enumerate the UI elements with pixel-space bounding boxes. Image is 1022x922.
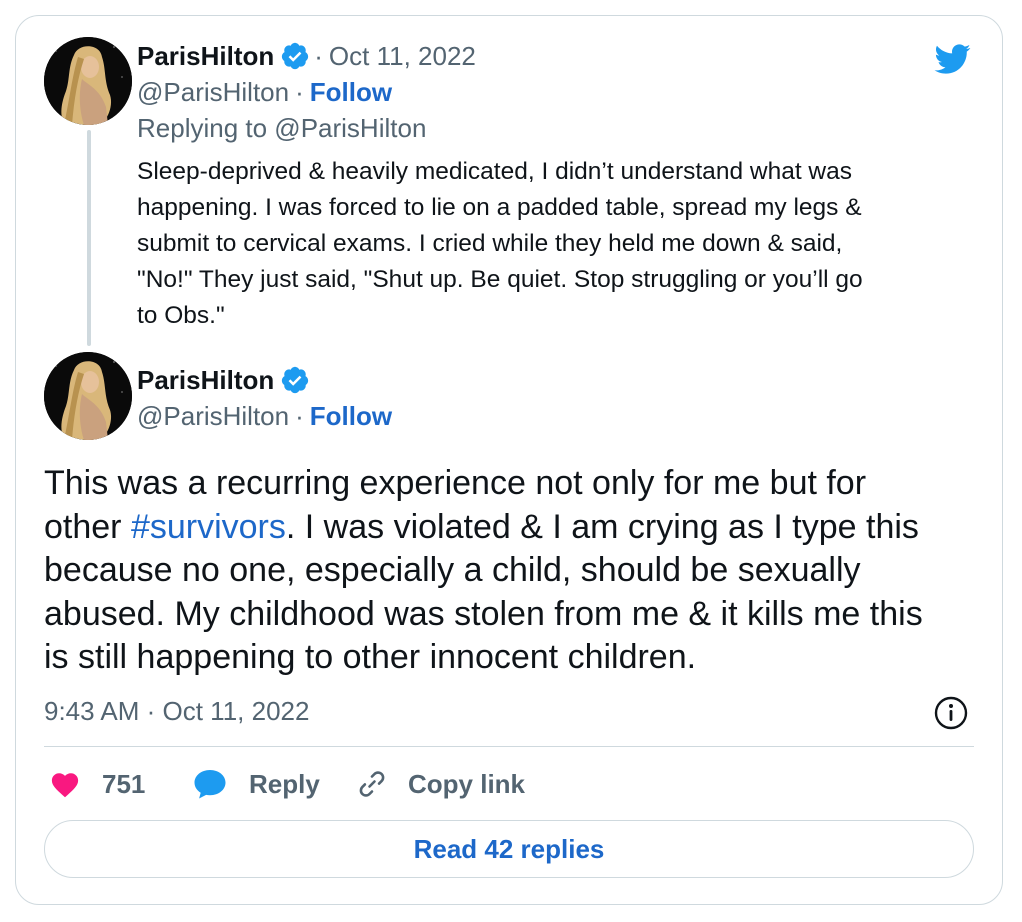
reply-follow-button[interactable]: Follow <box>310 76 392 108</box>
replying-to-label[interactable]: Replying to @ParisHilton <box>137 112 426 144</box>
copy-link-label: Copy link <box>408 768 526 799</box>
main-text-line: other #survivors. I was violated & I am … <box>44 506 984 550</box>
main-handle-row: @ParisHilton · Follow <box>137 400 392 432</box>
tweet-timestamp[interactable]: 9:43 AM · Oct 11, 2022 <box>44 694 309 728</box>
main-author-name[interactable]: ParisHilton <box>137 364 274 396</box>
reply-label: Reply <box>249 768 320 799</box>
main-text-segment: other <box>44 507 131 546</box>
separator-dot: · <box>295 77 304 107</box>
twitter-bird-icon[interactable] <box>930 40 974 78</box>
reply-text-line: Sleep-deprived & heavily medicated, I di… <box>137 158 852 185</box>
reply-text-line: submit to cervical exams. I cried while … <box>137 230 843 257</box>
main-text-line: This was a recurring experience not only… <box>44 464 867 502</box>
main-author-avatar[interactable] <box>44 352 132 440</box>
like-button[interactable]: 751 <box>50 764 145 804</box>
reply-author-handle[interactable]: @ParisHilton <box>137 76 289 108</box>
main-author-row: ParisHilton <box>137 364 314 396</box>
main-text-segment: . I was violated & I am crying as I type… <box>285 507 919 546</box>
reply-handle-row: @ParisHilton · Follow <box>137 76 392 108</box>
reply-author-name[interactable]: ParisHilton <box>137 40 274 72</box>
reply-author-row: ParisHilton · Oct 11, 2022 <box>137 40 476 72</box>
separator-dot: · <box>295 401 304 431</box>
reply-author-avatar[interactable] <box>44 37 132 125</box>
main-text-line: because no one, especially a child, shou… <box>44 551 861 589</box>
hashtag-link[interactable]: #survivors <box>131 508 286 546</box>
reply-tweet-text: Sleep-deprived & heavily medicated, I di… <box>137 154 987 334</box>
main-author-handle[interactable]: @ParisHilton <box>137 400 289 432</box>
verified-badge-icon <box>280 41 310 71</box>
main-text-line: abused. My childhood was stolen from me … <box>44 594 923 633</box>
reply-text-line: "No!" They just said, "Shut up. Be quiet… <box>137 266 863 293</box>
main-follow-button[interactable]: Follow <box>310 400 392 432</box>
reply-text-line: to Obs." <box>137 302 225 329</box>
info-icon[interactable] <box>933 695 969 731</box>
verified-badge-icon <box>280 365 310 395</box>
main-text-line: is still happening to other innocent chi… <box>44 638 697 676</box>
action-divider <box>44 746 974 747</box>
separator-dot: · <box>314 41 323 71</box>
like-count: 751 <box>102 768 146 799</box>
reply-button[interactable]: Reply <box>193 764 320 804</box>
thread-connector-line <box>87 130 91 346</box>
copy-link-button[interactable]: Copy link <box>356 764 525 804</box>
reply-text-line: happening. I was forced to lie on a padd… <box>137 194 862 221</box>
read-replies-button[interactable]: Read 42 replies <box>44 820 974 878</box>
main-tweet-text: This was a recurring experience not only… <box>44 462 984 680</box>
reply-date[interactable]: Oct 11, 2022 <box>329 40 476 72</box>
link-icon <box>356 768 388 800</box>
speech-bubble-icon <box>193 768 227 800</box>
heart-icon <box>50 770 80 798</box>
